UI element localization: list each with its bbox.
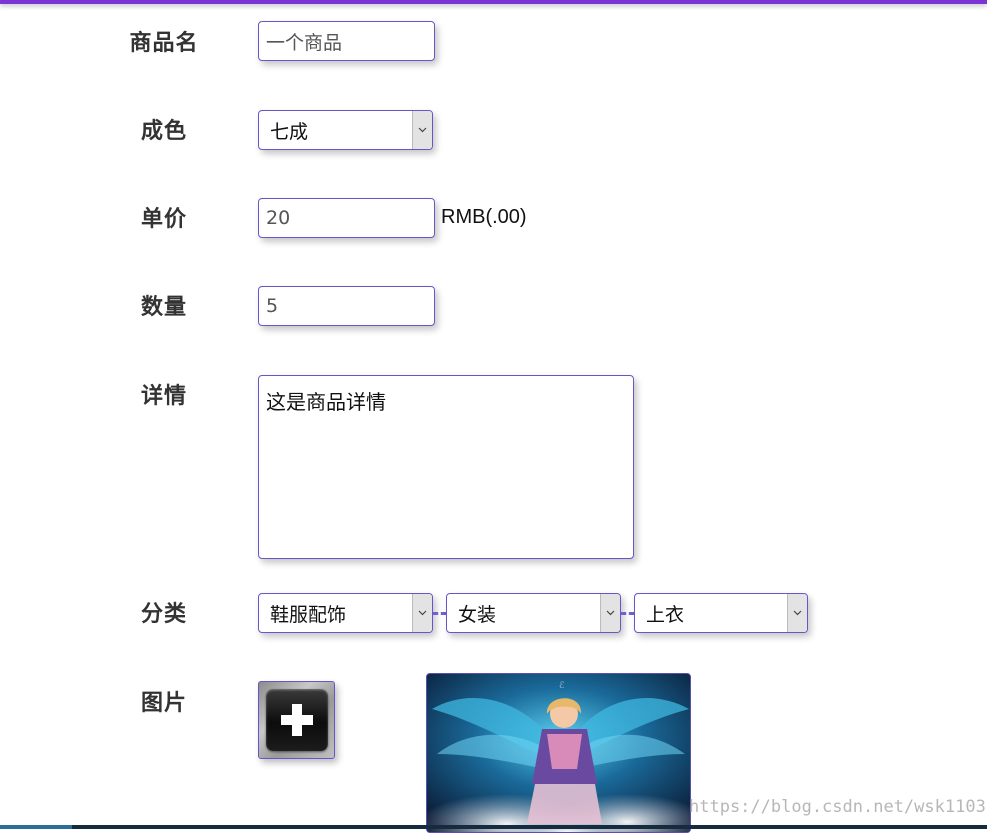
chevron-down-icon bbox=[412, 111, 432, 149]
condition-select-value: 七成 bbox=[270, 120, 309, 143]
condition-select[interactable]: 七成 bbox=[258, 110, 433, 150]
category-level1-select[interactable]: 鞋服配饰 bbox=[258, 593, 433, 633]
chevron-down-icon bbox=[412, 594, 432, 632]
price-unit-text: RMB(.00) bbox=[441, 206, 527, 228]
condition-label: 成色 bbox=[140, 119, 187, 144]
product-image: ℰ bbox=[427, 674, 690, 832]
category-level3-value: 上衣 bbox=[646, 603, 685, 626]
quantity-input[interactable]: 5 bbox=[258, 286, 435, 326]
detail-textarea[interactable]: 这是商品详情 bbox=[258, 375, 634, 559]
product-image-preview: ℰ bbox=[426, 673, 691, 833]
chevron-down-icon bbox=[787, 594, 807, 632]
price-label: 单价 bbox=[140, 207, 187, 232]
svg-text:ℰ: ℰ bbox=[559, 681, 565, 691]
category-level3-select[interactable]: 上衣 bbox=[634, 593, 808, 633]
category-level2-select[interactable]: 女装 bbox=[446, 593, 621, 633]
detail-label: 详情 bbox=[140, 384, 187, 409]
bottom-bar bbox=[0, 825, 987, 829]
bottom-bar-accent bbox=[0, 825, 72, 829]
top-accent-bar bbox=[0, 0, 987, 4]
image-label: 图片 bbox=[140, 691, 187, 716]
category-level2-value: 女装 bbox=[458, 603, 497, 626]
chevron-down-icon bbox=[600, 594, 620, 632]
watermark-text: https://blog.csdn.net/wsk1103 bbox=[689, 797, 986, 817]
price-input[interactable]: 20 bbox=[258, 198, 435, 238]
quantity-label: 数量 bbox=[140, 295, 187, 320]
category-label: 分类 bbox=[140, 602, 187, 627]
product-name-input[interactable]: 一个商品 bbox=[258, 21, 435, 61]
plus-icon bbox=[265, 689, 328, 751]
category-connector bbox=[433, 612, 446, 615]
category-connector bbox=[621, 612, 634, 615]
product-name-label: 商品名 bbox=[129, 31, 199, 56]
category-level1-value: 鞋服配饰 bbox=[270, 603, 347, 626]
image-upload-button[interactable] bbox=[258, 681, 335, 759]
